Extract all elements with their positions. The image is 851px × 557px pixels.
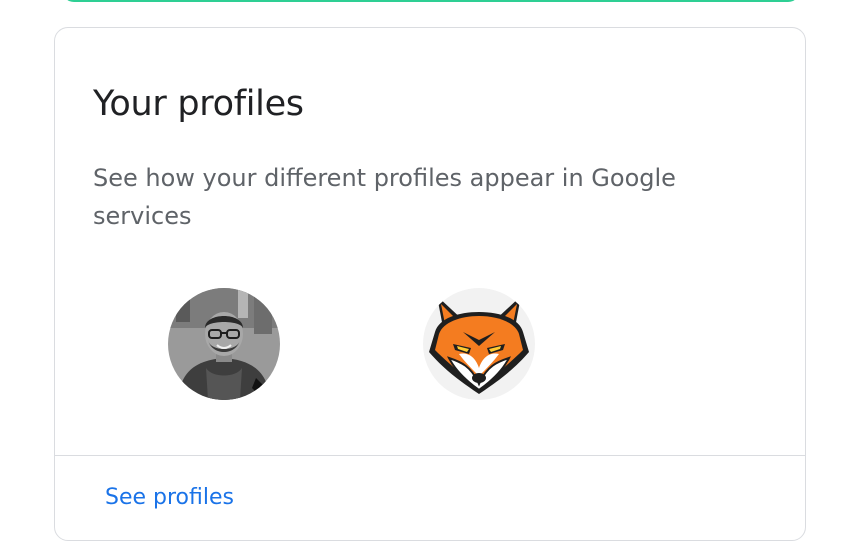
profiles-card: Your profiles See how your different pro… [54,27,806,541]
see-profiles-link[interactable]: See profiles [105,482,234,514]
card-divider [55,455,805,456]
fox-avatar-image [423,288,535,400]
person-avatar-image [168,288,280,400]
profile-avatar-person[interactable] [168,288,280,400]
card-description: See how your different profiles appear i… [93,164,676,230]
profile-avatar-fox[interactable] [423,288,535,400]
previous-card-edge [62,0,800,2]
card-title: Your profiles [93,84,304,124]
